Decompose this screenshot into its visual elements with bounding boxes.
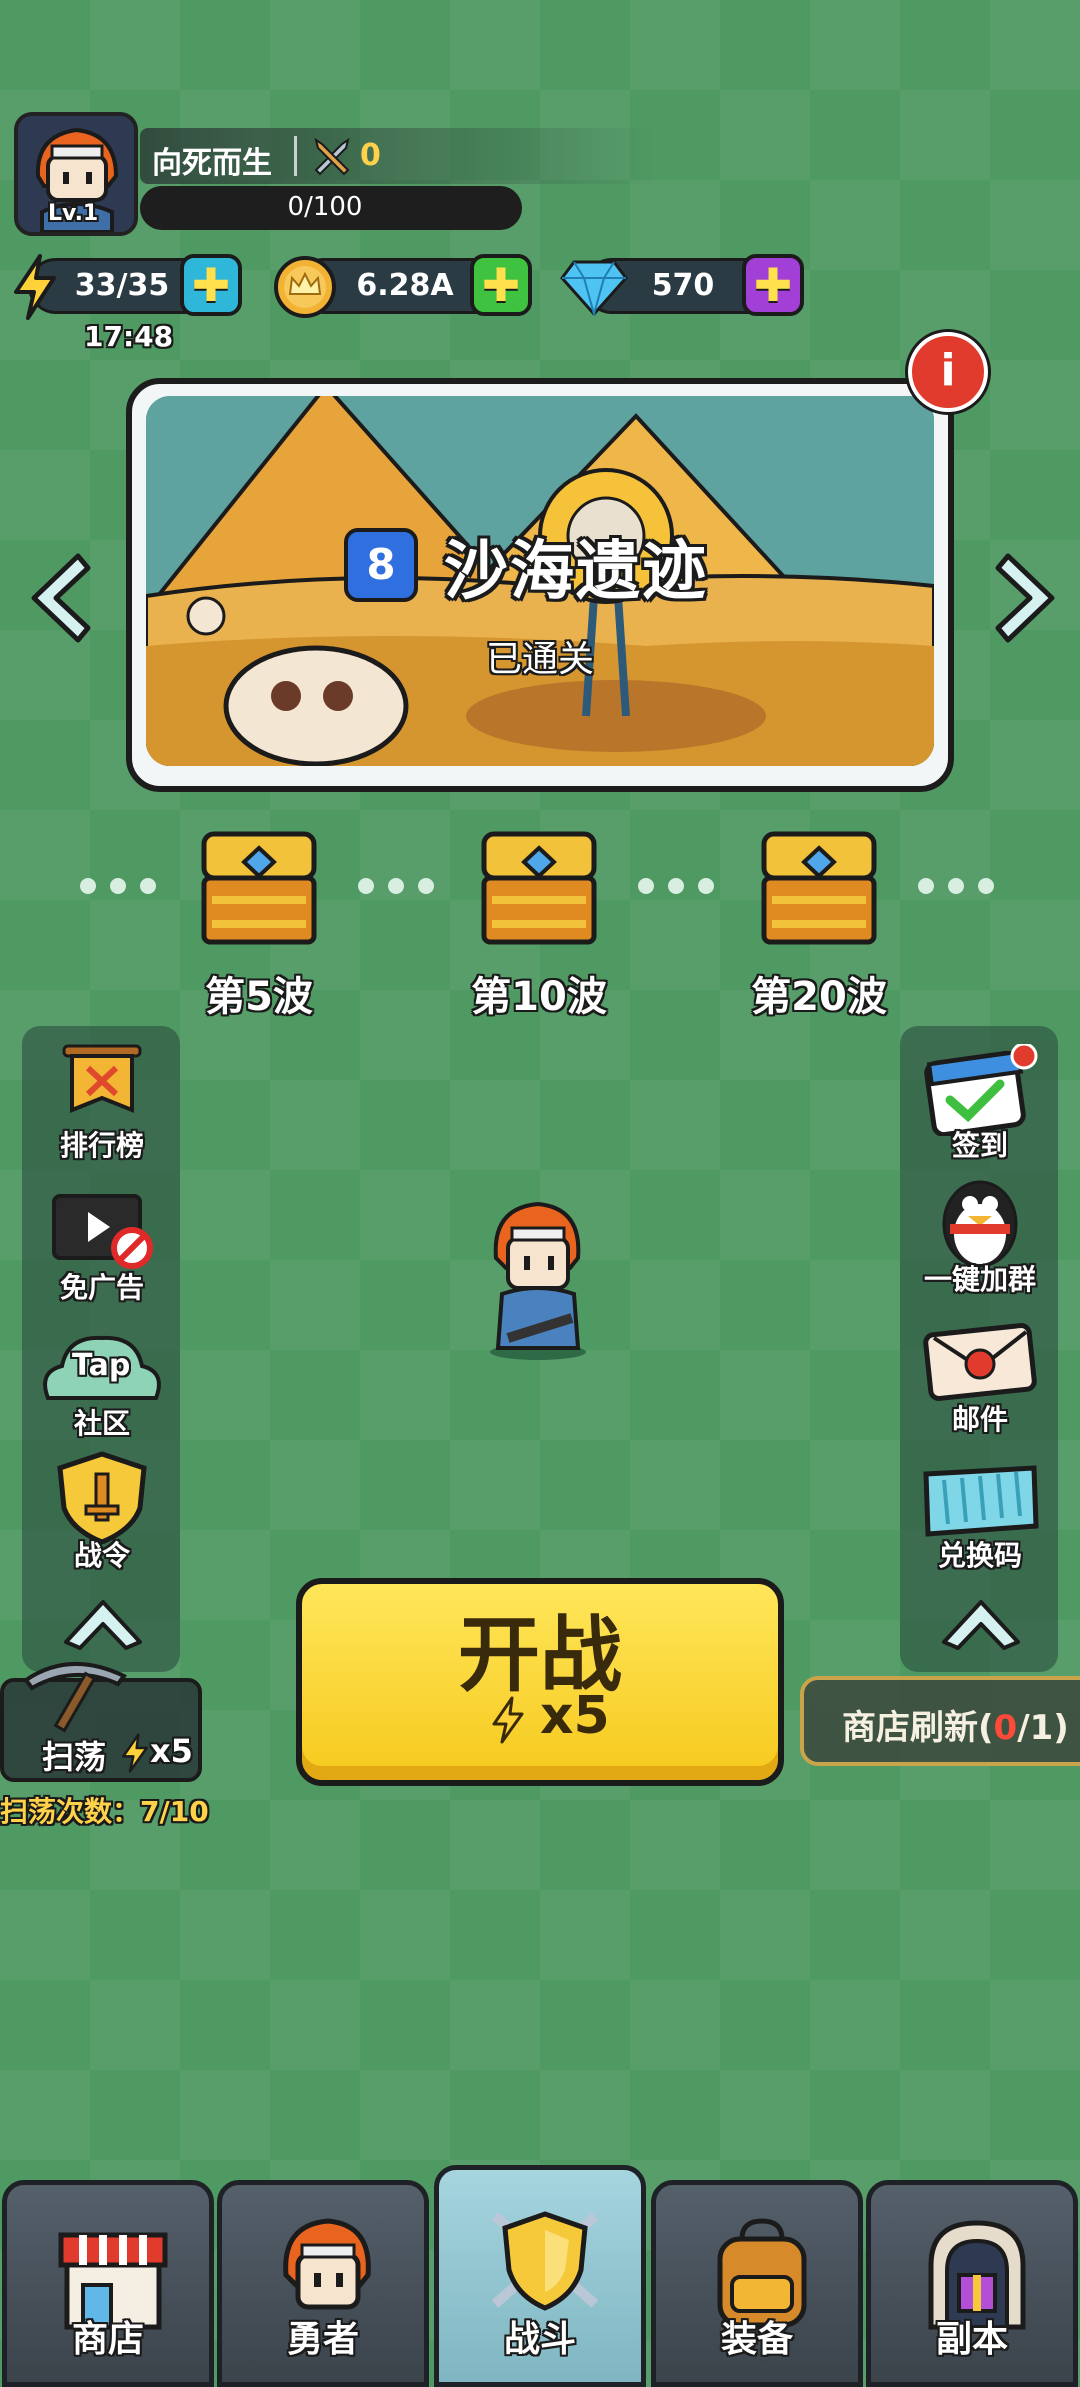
lightning-icon (492, 1696, 524, 1744)
tab-shop[interactable]: 商店 (2, 2180, 214, 2387)
progress-dot (638, 878, 654, 894)
stage-name: 沙海遗迹 (444, 535, 708, 609)
wave-chest-5[interactable] (198, 824, 320, 952)
progress-dot (140, 878, 156, 894)
no-ads-film-icon (52, 1194, 153, 1269)
check-in-calendar-icon (924, 1044, 1038, 1136)
sword-count: 0 (360, 138, 381, 173)
prev-stage-arrow-icon[interactable] (22, 550, 92, 646)
tab-equipment-label: 装备 (720, 2319, 793, 2360)
shop-refresh-prefix: 商店刷新( (842, 1708, 994, 1748)
treasure-chest-icon (481, 831, 597, 945)
collapse-left-menu-icon[interactable] (60, 1594, 146, 1650)
next-stage-arrow-icon[interactable] (994, 550, 1064, 646)
wave-chest-10[interactable] (478, 824, 600, 952)
tap-badge: Tap (72, 1348, 131, 1383)
progress-dot (918, 878, 934, 894)
energy-value: 33/35 (74, 268, 170, 303)
tab-dungeon-label: 副本 (935, 2319, 1008, 2360)
tab-battle[interactable]: 战斗 (434, 2165, 646, 2387)
lightning-icon (122, 1733, 148, 1773)
player-level: Lv.1 (48, 201, 99, 226)
gold-crown-coin-icon (274, 256, 336, 318)
diamond-icon (560, 260, 628, 316)
lightning-icon (14, 254, 56, 320)
redeem-code-ticket-icon (923, 1465, 1039, 1537)
pickaxe-icon (23, 1661, 128, 1733)
redeem-code-label: 兑换码 (937, 1539, 1022, 1572)
battle-pass-label: 战令 (73, 1539, 130, 1572)
tab-hero-label: 勇者 (286, 2319, 359, 2360)
progress-dot (668, 878, 684, 894)
crossed-swords-icon (314, 137, 350, 176)
community-button[interactable]: Tap 社区 (32, 1318, 172, 1442)
battle-pass-shield-icon (57, 1451, 147, 1544)
exp-text: 0/100 (287, 192, 363, 222)
energy-timer: 17:48 (84, 320, 174, 353)
gem-value: 570 (651, 268, 715, 303)
plus-icon: ✚ (191, 258, 231, 312)
wave-label-5: 第5波 (205, 974, 313, 1020)
progress-dot (110, 878, 126, 894)
progress-dot (388, 878, 404, 894)
wave-label-10: 第10波 (471, 974, 607, 1020)
treasure-chest-icon (201, 831, 317, 945)
player-avatar[interactable]: Lv.1 (14, 112, 138, 236)
progress-dot (358, 878, 374, 894)
tab-shop-label: 商店 (71, 2319, 144, 2360)
no-ads-label: 免广告 (59, 1271, 144, 1304)
battle-pass-button[interactable]: 战令 (32, 1450, 172, 1574)
treasure-chest-icon (761, 831, 877, 945)
stage-number-badge: 8 (344, 528, 418, 602)
leaderboard-banner-icon (62, 1044, 142, 1113)
plus-icon: ✚ (753, 258, 793, 312)
tab-equipment[interactable]: 装备 (651, 2180, 863, 2387)
collapse-right-menu-icon[interactable] (938, 1594, 1024, 1650)
wave-label-20: 第20波 (751, 974, 887, 1020)
check-in-label: 签到 (951, 1129, 1008, 1162)
mail-envelope-icon (923, 1323, 1037, 1401)
sweep-label: 扫荡 (42, 1738, 107, 1776)
battle-shield-icon (491, 2211, 599, 2311)
tab-dungeon[interactable]: 副本 (866, 2180, 1078, 2387)
stage-status: 已通关 (485, 639, 594, 680)
name-divider (294, 136, 297, 176)
no-ads-button[interactable]: 免广告 (32, 1182, 172, 1306)
shop-refresh-suffix: /1) (1017, 1708, 1069, 1748)
player-name: 向死而生 (152, 146, 272, 181)
leaderboard-label: 排行榜 (59, 1129, 144, 1162)
progress-dot (80, 878, 96, 894)
info-button[interactable]: i (908, 332, 988, 412)
sweep-count: 扫荡次数：7/10 (0, 1795, 209, 1828)
gold-plus-button[interactable]: ✚ (470, 254, 532, 316)
mail-label: 邮件 (951, 1403, 1008, 1436)
gold-value: 6.28A (356, 268, 454, 303)
sweep-cost: x5 (150, 1732, 193, 1770)
community-label: 社区 (73, 1407, 130, 1440)
join-group-label: 一键加群 (923, 1263, 1036, 1296)
mail-button[interactable]: 邮件 (910, 1314, 1050, 1438)
tab-battle-label: 战斗 (503, 2319, 576, 2360)
progress-dot (698, 878, 714, 894)
plus-icon: ✚ (481, 258, 521, 312)
info-icon: i (940, 345, 956, 396)
join-group-button[interactable]: 一键加群 (910, 1174, 1050, 1298)
qq-penguin-icon (942, 1180, 1018, 1268)
progress-dot (948, 878, 964, 894)
check-in-button[interactable]: 签到 (910, 1040, 1050, 1164)
gem-plus-button[interactable]: ✚ (742, 254, 804, 316)
progress-dot (978, 878, 994, 894)
wave-chest-20[interactable] (758, 824, 880, 952)
shop-refresh-text: 商店刷新(0/1) (842, 1700, 1069, 1749)
shop-refresh-current: 0 (993, 1708, 1018, 1748)
redeem-code-button[interactable]: 兑换码 (910, 1450, 1050, 1574)
tab-hero[interactable]: 勇者 (217, 2180, 429, 2387)
energy-plus-button[interactable]: ✚ (180, 254, 242, 316)
progress-dot (418, 878, 434, 894)
hero-character (490, 1201, 586, 1360)
start-battle-cost: x5 (540, 1686, 610, 1746)
leaderboard-button[interactable]: 排行榜 (32, 1040, 172, 1164)
